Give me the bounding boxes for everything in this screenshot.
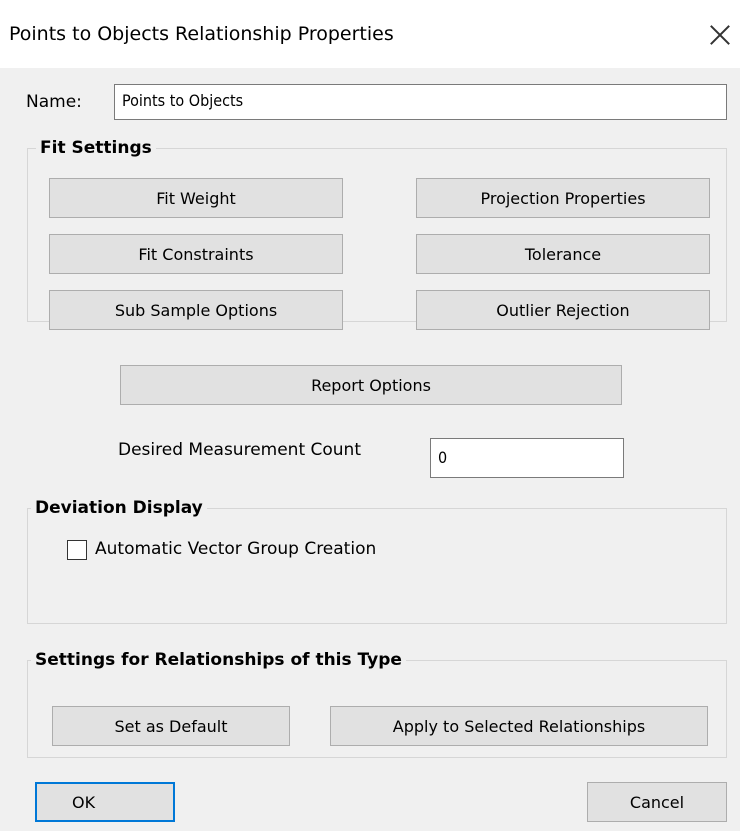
relationship-settings-title: Settings for Relationships of this Type xyxy=(31,650,406,670)
deviation-display-group xyxy=(27,508,727,624)
fit-constraints-button[interactable]: Fit Constraints xyxy=(49,234,343,274)
projection-properties-button[interactable]: Projection Properties xyxy=(416,178,710,218)
window-title: Points to Objects Relationship Propertie… xyxy=(9,23,394,45)
report-options-button[interactable]: Report Options xyxy=(120,365,622,405)
title-bar: Points to Objects Relationship Propertie… xyxy=(0,0,740,68)
measurement-count-label: Desired Measurement Count xyxy=(118,440,361,460)
cancel-button[interactable]: Cancel xyxy=(587,782,727,822)
vector-group-checkbox[interactable] xyxy=(67,540,87,560)
vector-group-label: Automatic Vector Group Creation xyxy=(95,539,377,559)
outlier-rejection-button[interactable]: Outlier Rejection xyxy=(416,290,710,330)
name-label: Name: xyxy=(26,92,82,112)
apply-selected-button[interactable]: Apply to Selected Relationships xyxy=(330,706,708,746)
ok-button[interactable]: OK xyxy=(35,782,175,822)
fit-weight-button[interactable]: Fit Weight xyxy=(49,178,343,218)
measurement-count-field[interactable]: 0 xyxy=(430,438,624,478)
set-as-default-button[interactable]: Set as Default xyxy=(52,706,290,746)
sub-sample-options-button[interactable]: Sub Sample Options xyxy=(49,290,343,330)
fit-settings-title: Fit Settings xyxy=(36,138,156,158)
close-icon[interactable] xyxy=(708,22,732,46)
deviation-display-title: Deviation Display xyxy=(31,498,207,518)
tolerance-button[interactable]: Tolerance xyxy=(416,234,710,274)
name-field[interactable]: Points to Objects xyxy=(114,84,727,120)
